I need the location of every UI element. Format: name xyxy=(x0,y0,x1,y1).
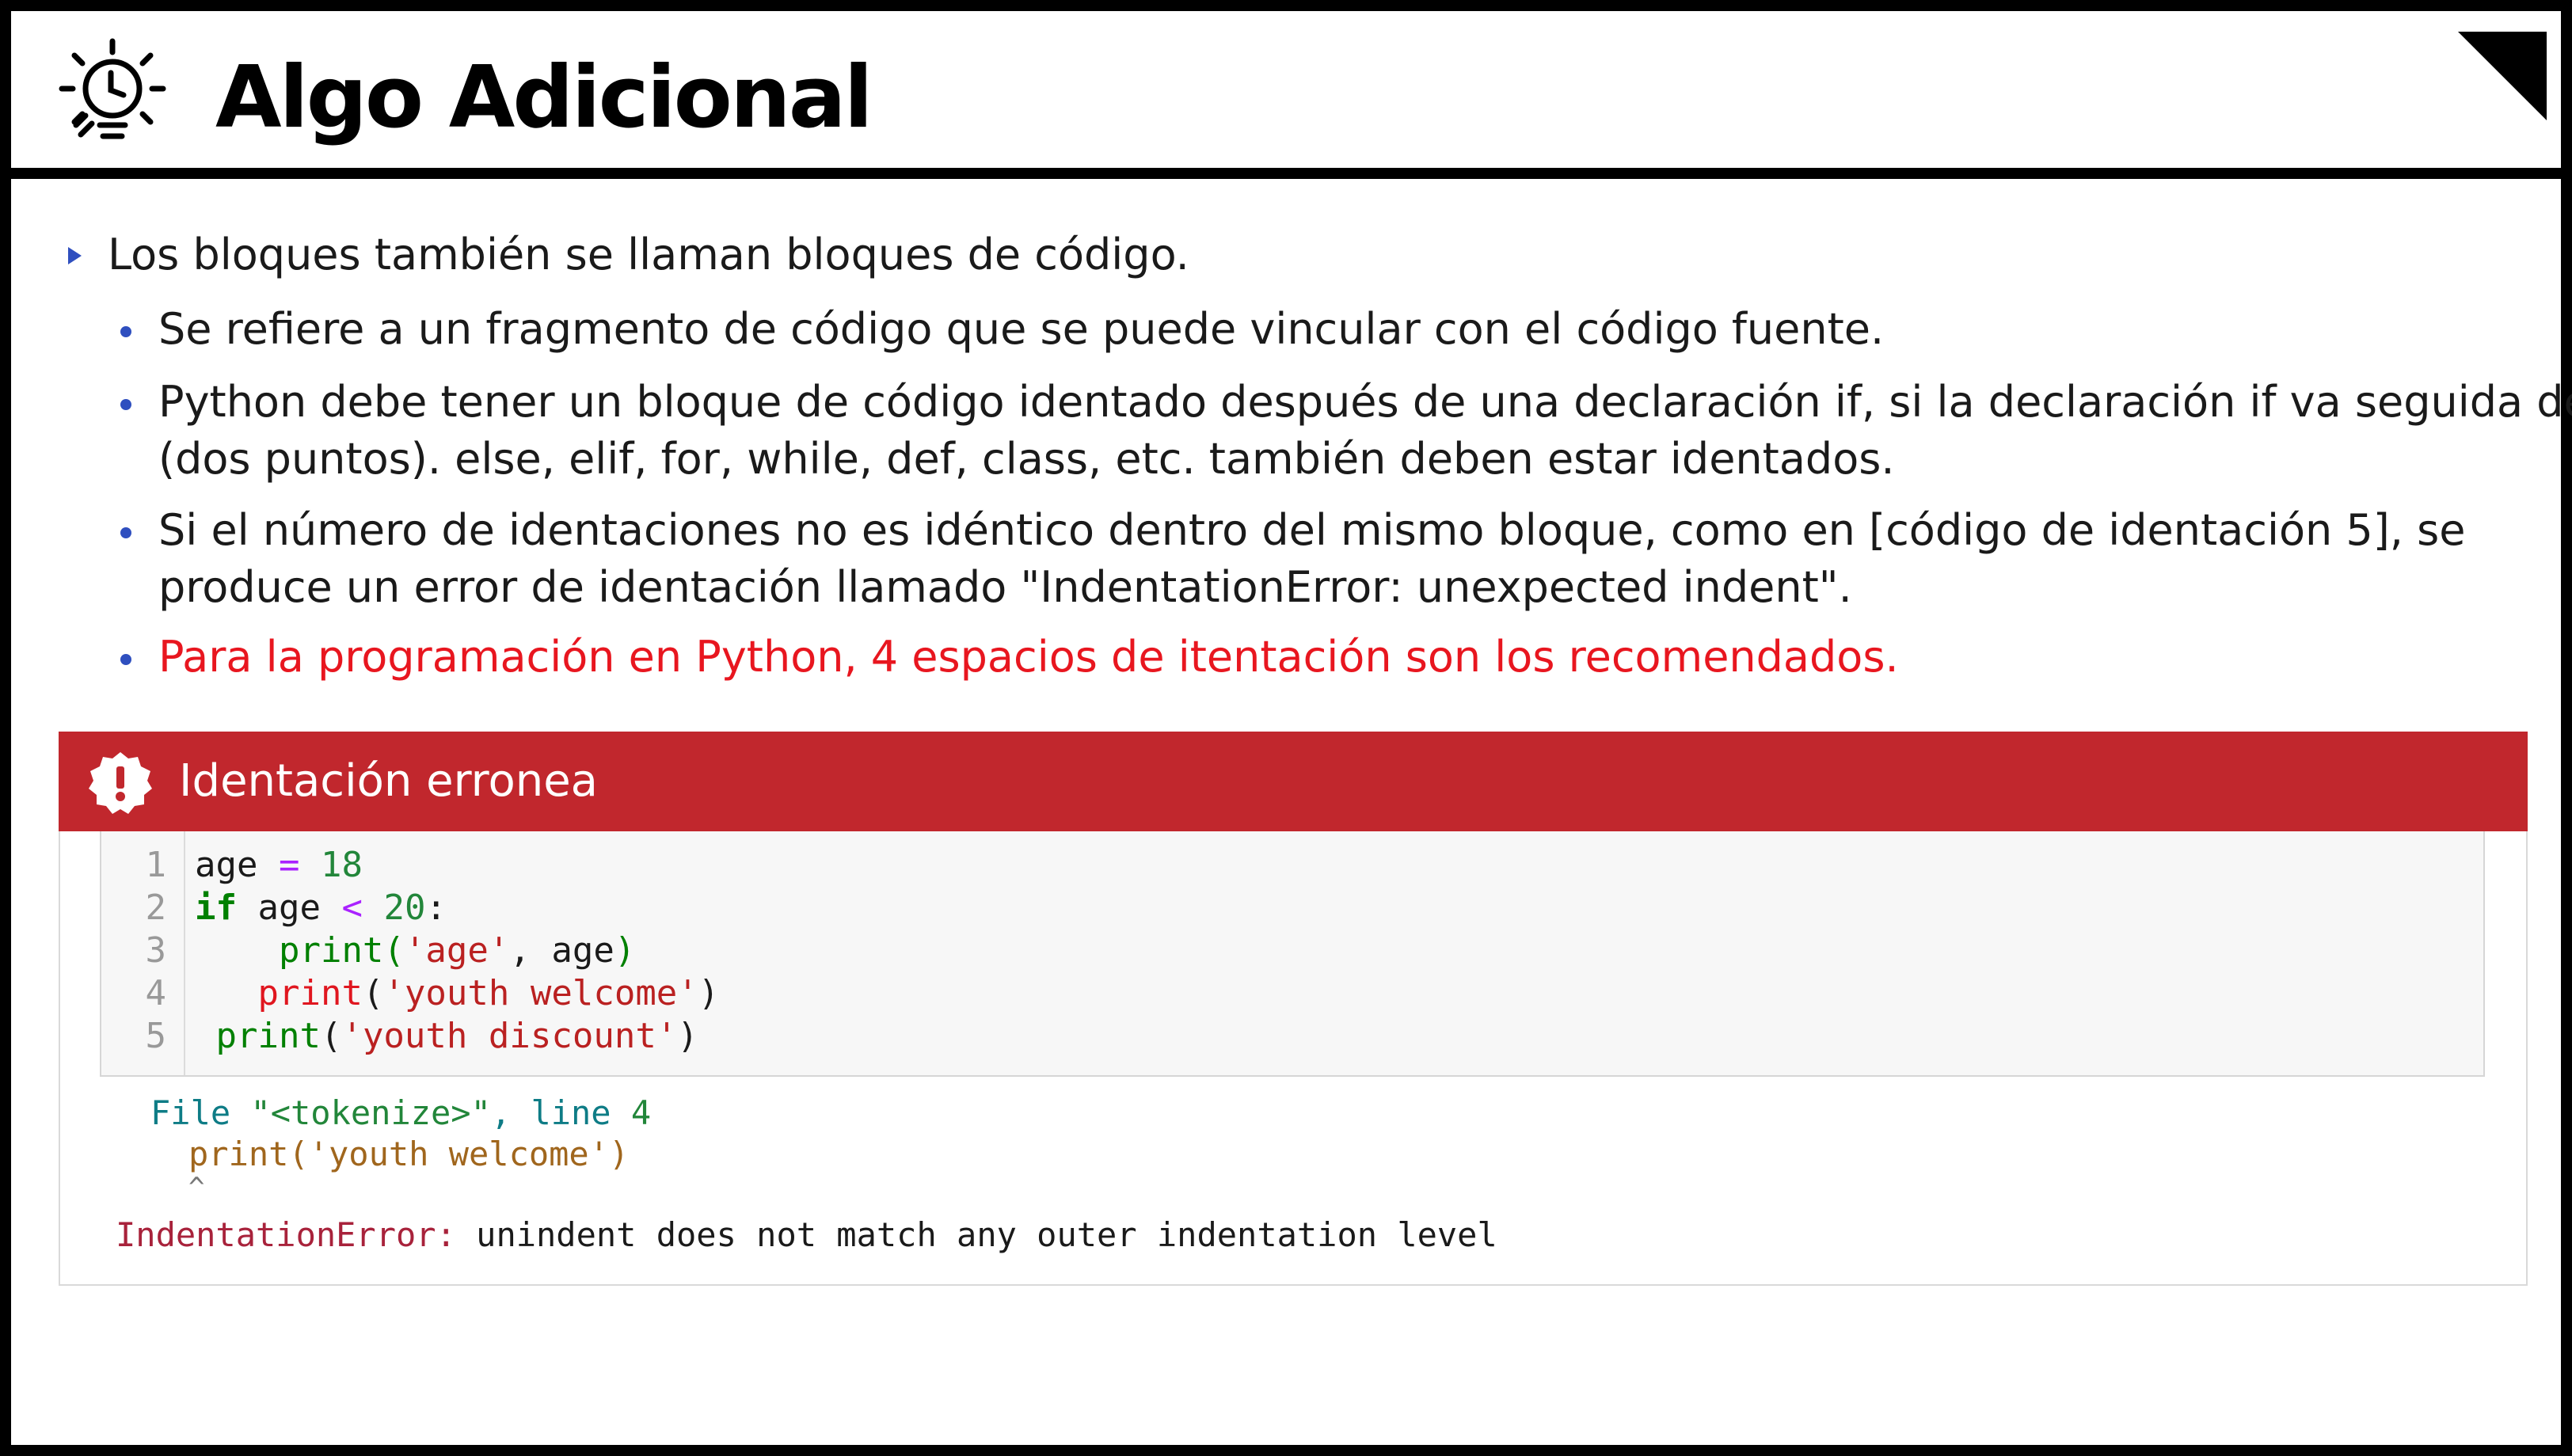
code-token: 'youth welcome' xyxy=(383,973,698,1013)
output-token: , line xyxy=(490,1093,631,1132)
code-line-1: age = 18 xyxy=(195,844,363,887)
code-token: print xyxy=(278,930,384,971)
slide: Algo Adicional Los bloques también se ll… xyxy=(0,0,2572,1456)
code-line-2: if age < 20: xyxy=(195,887,447,929)
line-number: 2 xyxy=(145,888,167,928)
lightbulb-clock-icon xyxy=(59,38,166,139)
code-token: if xyxy=(195,888,237,928)
code-block: 1 2 3 4 5 age = 18 if age < 20: print('a… xyxy=(100,831,2485,1077)
code-token: ) xyxy=(677,1016,698,1056)
sub-bullet-3-line-1: Si el número de identaciones no es idént… xyxy=(158,505,2466,555)
error-box-title: Identación erronea xyxy=(179,755,598,807)
code-token: age xyxy=(195,845,258,885)
sub-bullet-1: Se refiere a un fragmento de código que … xyxy=(158,304,1885,354)
code-token: : xyxy=(425,888,447,928)
code-token: 20 xyxy=(383,888,426,928)
main-bullet: Los bloques también se llaman bloques de… xyxy=(108,230,1189,279)
code-token: print xyxy=(215,1016,321,1056)
code-token: print xyxy=(257,973,363,1013)
output-token: "<tokenize>" xyxy=(250,1093,491,1132)
error-box-header: Identación erronea xyxy=(59,732,2528,831)
bullet-dot-icon xyxy=(120,326,131,337)
sub-bullet-2-line-1: Python debe tener un bloque de código id… xyxy=(158,377,2572,427)
code-token: ) xyxy=(698,973,720,1013)
code-token: age xyxy=(257,888,321,928)
code-line-3: print('age', age) xyxy=(195,929,635,972)
output-token: 4 xyxy=(630,1093,652,1132)
code-token: 'age' xyxy=(404,930,510,971)
line-number: 3 xyxy=(145,930,167,971)
code-line-4: print('youth welcome') xyxy=(195,972,719,1015)
bullet-triangle-icon xyxy=(68,247,82,264)
error-type: IndentationError: xyxy=(116,1215,456,1254)
code-line-5: print('youth discount') xyxy=(195,1015,698,1058)
warning-badge-icon xyxy=(89,752,152,814)
code-token: ( xyxy=(383,930,405,971)
bullet-dot-icon xyxy=(120,399,131,410)
code-token: , age xyxy=(509,930,614,971)
code-token: 18 xyxy=(320,845,363,885)
bullet-dot-icon xyxy=(120,527,131,538)
traceback-error-line: IndentationError: unindent does not matc… xyxy=(116,1215,1497,1256)
error-message: unindent does not match any outer indent… xyxy=(455,1215,1497,1254)
traceback-file-line: File "<tokenize>", line 4 xyxy=(150,1093,651,1134)
line-number: 4 xyxy=(145,973,167,1013)
code-token: ( xyxy=(362,973,384,1013)
code-token: ) xyxy=(614,930,636,971)
traceback-caret: ^ xyxy=(188,1172,205,1203)
sub-bullet-2-line-2: (dos puntos). else, elif, for, while, de… xyxy=(158,434,1895,484)
output-token: File xyxy=(150,1093,251,1132)
sub-bullet-3-line-2: produce un error de identación llamado "… xyxy=(158,562,1852,612)
code-token: ( xyxy=(320,1016,342,1056)
line-number: 5 xyxy=(145,1016,167,1056)
code-token: < xyxy=(341,888,363,928)
page-title: Algo Adicional xyxy=(215,48,873,147)
corner-triangle-icon xyxy=(2458,32,2547,120)
code-token: = xyxy=(278,845,300,885)
header-bar: Algo Adicional xyxy=(11,11,2561,179)
code-token: 'youth discount' xyxy=(341,1016,678,1056)
line-number-gutter: 1 2 3 4 5 xyxy=(101,831,185,1075)
sub-bullet-4: Para la programación en Python, 4 espaci… xyxy=(158,632,1899,682)
line-number: 1 xyxy=(145,845,167,885)
traceback-echo-line: print('youth welcome') xyxy=(188,1135,630,1173)
bullet-dot-icon xyxy=(120,654,131,665)
